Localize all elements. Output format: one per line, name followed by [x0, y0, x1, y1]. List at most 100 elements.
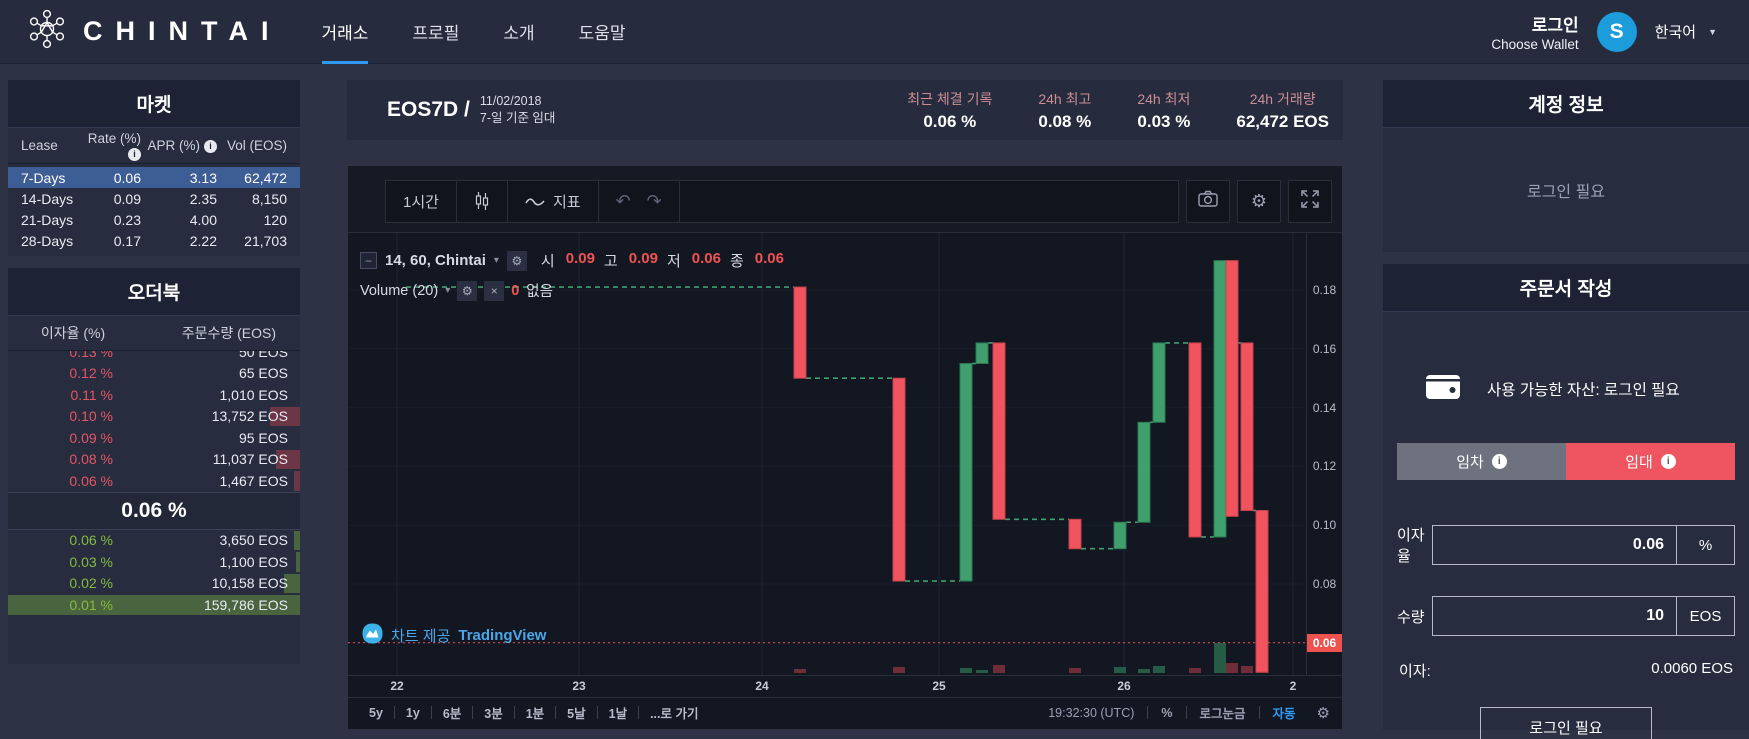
price-axis[interactable]: 0.18 0.16 0.14 0.12 0.10 0.08 0.06: [1306, 233, 1342, 675]
order-amount: 50 EOS: [238, 351, 288, 360]
study-name[interactable]: Volume (20): [360, 283, 438, 299]
series-caret-icon[interactable]: ▾: [494, 255, 499, 266]
study-caret-icon[interactable]: ▾: [445, 285, 450, 296]
market-row[interactable]: 28-Days 0.17 2.22 21,703: [8, 230, 300, 251]
clock-label[interactable]: 19:32:30 (UTC): [1037, 706, 1145, 720]
col-vol: Vol (EOS): [226, 138, 287, 153]
market-rate: 0.23: [113, 211, 141, 228]
order-rate: 0.03 %: [69, 553, 113, 570]
fullscreen-button[interactable]: [1288, 179, 1332, 223]
tradingview-attribution[interactable]: 차트 제공 TradingView: [362, 623, 546, 648]
order-rate: 0.06 %: [69, 532, 113, 549]
asks-list: 0.13 % 50 EOS 0.12 % 65 EOS 0.11 % 1,010 EOS 0…: [8, 351, 300, 492]
order-rate: 0.06 %: [69, 472, 113, 489]
stats-group: 최근 체결 기록 0.06 % 24h 최고 0.08 % 24h 최저 0.03 % 24…: [907, 89, 1329, 132]
market-row[interactable]: 14-Days 0.09 2.35 8,150: [8, 188, 300, 209]
indicators-button[interactable]: 지표: [506, 179, 599, 223]
range-button-1[interactable]: 1y: [397, 706, 429, 720]
range-button-6[interactable]: 1날: [600, 703, 636, 722]
settings-button[interactable]: ⚙: [1237, 179, 1281, 223]
interval-button[interactable]: 1시간: [385, 179, 457, 223]
screenshot-button[interactable]: [1186, 179, 1230, 223]
undo-icon[interactable]: ↶: [616, 191, 631, 212]
nav-item-2[interactable]: 소개: [503, 0, 534, 64]
bottom-toolbar-right: 19:32:30 (UTC) % 로그눈금 자동 ⚙: [1037, 703, 1330, 722]
apr-info-icon[interactable]: i: [204, 140, 217, 153]
orderbook-bid-row[interactable]: 0.02 % 10,158 EOS: [8, 573, 300, 595]
study-settings-icon[interactable]: ⚙: [457, 280, 478, 301]
market-vol: 62,472: [244, 169, 287, 186]
range-button-3[interactable]: 3분: [475, 703, 511, 722]
ohlc-value: 0.06: [691, 250, 721, 267]
nav-item-3[interactable]: 도움말: [579, 0, 626, 64]
study-close-icon[interactable]: ×: [484, 280, 505, 301]
stat-3: 24h 거래량 62,472 EOS: [1236, 89, 1329, 132]
ohlc-label: 고: [603, 253, 618, 270]
stat-label: 24h 거래량: [1249, 90, 1316, 107]
price-axis-label: 0.10: [1312, 518, 1337, 533]
stat-value: 0.03 %: [1137, 111, 1191, 131]
rate-input[interactable]: [1433, 526, 1676, 564]
order-form-title: 주문서 작성: [1383, 264, 1749, 312]
range-button-7[interactable]: ...로 가기: [641, 703, 707, 722]
symbol-subtitle: 11/02/2018 7-일 기준 임대: [480, 93, 556, 127]
rate-label: 이자율: [1397, 527, 1425, 565]
lend-info-icon[interactable]: i: [1660, 454, 1676, 469]
tab-lend[interactable]: 임대 i: [1566, 443, 1735, 480]
market-row[interactable]: 21-Days 0.23 4.00 120: [8, 209, 300, 230]
market-vol: 8,150: [251, 190, 287, 207]
time-axis[interactable]: 22 23 24 25 26 2: [348, 675, 1342, 697]
orderbook-ask-row[interactable]: 0.06 % 1,467 EOS: [8, 470, 300, 492]
brand-logo[interactable]: CHINTAI: [26, 8, 282, 55]
login-button[interactable]: 로그인 Choose Wallet: [1491, 11, 1578, 52]
orderbook-bid-row[interactable]: 0.01 % 159,786 EOS: [8, 594, 300, 616]
scale-option[interactable]: %: [1150, 706, 1183, 720]
series-name[interactable]: 14, 60, Chintai: [385, 252, 486, 269]
chart-style-button[interactable]: [455, 179, 508, 223]
symbol-label: EOS7D /: [387, 98, 470, 121]
orderbook-ask-row[interactable]: 0.10 % 13,752 EOS: [8, 406, 300, 428]
axis-settings-gear-icon[interactable]: ⚙: [1317, 704, 1330, 722]
market-vol: 21,703: [244, 232, 287, 249]
scatter-wallet-icon[interactable]: S: [1596, 11, 1637, 52]
wallet-icon: [1425, 370, 1461, 407]
login-subtitle: Choose Wallet: [1491, 37, 1579, 52]
scale-option[interactable]: 자동: [1262, 703, 1307, 722]
range-button-4[interactable]: 1분: [517, 703, 553, 722]
redo-icon[interactable]: ↷: [647, 191, 662, 212]
nav-item-1[interactable]: 프로필: [412, 0, 459, 64]
study-ma-value: 없음: [526, 284, 553, 300]
scale-option[interactable]: 로그눈금: [1189, 703, 1257, 722]
rate-info-icon[interactable]: i: [128, 147, 141, 161]
series-settings-icon[interactable]: ⚙: [506, 250, 527, 271]
language-selector[interactable]: 한국어 ▼: [1655, 21, 1723, 42]
borrow-info-icon[interactable]: i: [1491, 454, 1507, 469]
range-buttons: 5y 1y 6분 3분 1분 5날 1날 ...로 가기: [360, 703, 707, 722]
orderbook-ask-row[interactable]: 0.08 % 11,037 EOS: [8, 449, 300, 471]
orderbook-ask-row[interactable]: 0.09 % 95 EOS: [8, 427, 300, 449]
order-rate: 0.11 %: [70, 386, 113, 403]
orderbook-bid-row[interactable]: 0.03 % 1,100 EOS: [8, 551, 300, 573]
market-row[interactable]: 7-Days 0.06 3.13 62,472: [8, 167, 300, 188]
market-lease: 28-Days: [21, 232, 74, 249]
orderbook-panel: 오더북 이자율 (%) 주문수량 (EOS) 0.13 % 50 EOS 0.12 …: [8, 268, 300, 664]
market-lease: 21-Days: [21, 211, 74, 228]
orderbook-ask-row[interactable]: 0.12 % 65 EOS: [8, 363, 300, 385]
quantity-input[interactable]: [1433, 597, 1676, 635]
range-button-5[interactable]: 5날: [558, 703, 594, 722]
orderbook-ask-row[interactable]: 0.11 % 1,010 EOS: [8, 384, 300, 406]
account-title: 계정 정보: [1383, 80, 1749, 128]
attribution-prefix: 차트 제공: [391, 628, 451, 645]
orderbook-bid-row[interactable]: 0.06 % 3,650 EOS: [8, 530, 300, 552]
range-button-2[interactable]: 6분: [434, 703, 470, 722]
separator: [513, 706, 515, 719]
mid-price: 0.06 %: [8, 491, 300, 530]
submit-order-button[interactable]: 로그인 필요: [1480, 707, 1652, 739]
toolbar-spacer: [678, 179, 1179, 223]
orderbook-ask-row[interactable]: 0.13 % 50 EOS: [8, 351, 300, 363]
range-button-0[interactable]: 5y: [360, 706, 392, 720]
tab-borrow[interactable]: 임차 i: [1397, 443, 1566, 480]
collapse-legend-icon[interactable]: −: [360, 252, 377, 269]
nav-item-0[interactable]: 거래소: [321, 0, 369, 64]
market-lease: 14-Days: [21, 190, 74, 207]
